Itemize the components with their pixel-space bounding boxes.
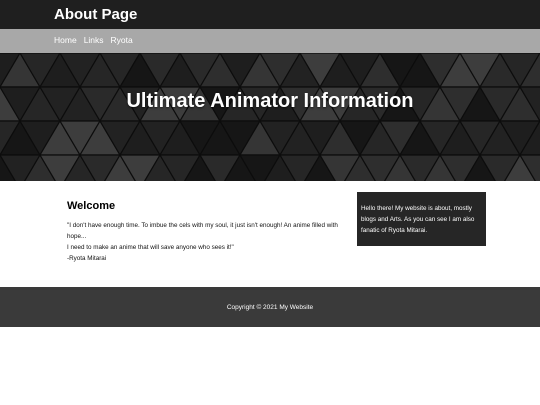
quote-block: "I don't have enough time. To imbue the … xyxy=(67,220,349,264)
quote-author: -Ryota Mitarai xyxy=(67,255,107,262)
nav-link-ryota[interactable]: Ryota xyxy=(111,35,133,46)
welcome-heading: Welcome xyxy=(67,200,116,212)
hero-banner: Ultimate Animator Information xyxy=(0,53,540,181)
hero-background-pattern xyxy=(0,53,540,181)
top-header: About Page xyxy=(0,0,540,29)
quote-line: I need to make an anime that will save a… xyxy=(67,244,234,251)
site-title: About Page xyxy=(54,6,138,23)
nav-link-links[interactable]: Links xyxy=(84,35,104,46)
quote-line: "I don't have enough time. To imbue the … xyxy=(67,222,338,240)
about-sidebar-box: Hello there! My website is about, mostly… xyxy=(357,192,486,246)
footer: Copyright © 2021 My Website xyxy=(0,287,540,327)
copyright-text: Copyright © 2021 My Website xyxy=(226,304,314,311)
nav-link-home[interactable]: Home xyxy=(54,35,77,46)
nav-bar: Home Links Ryota xyxy=(0,29,540,53)
nav-links: Home Links Ryota xyxy=(54,35,133,46)
about-sidebar-text: Hello there! My website is about, mostly… xyxy=(361,205,475,234)
hero-title: Ultimate Animator Information xyxy=(126,90,414,112)
